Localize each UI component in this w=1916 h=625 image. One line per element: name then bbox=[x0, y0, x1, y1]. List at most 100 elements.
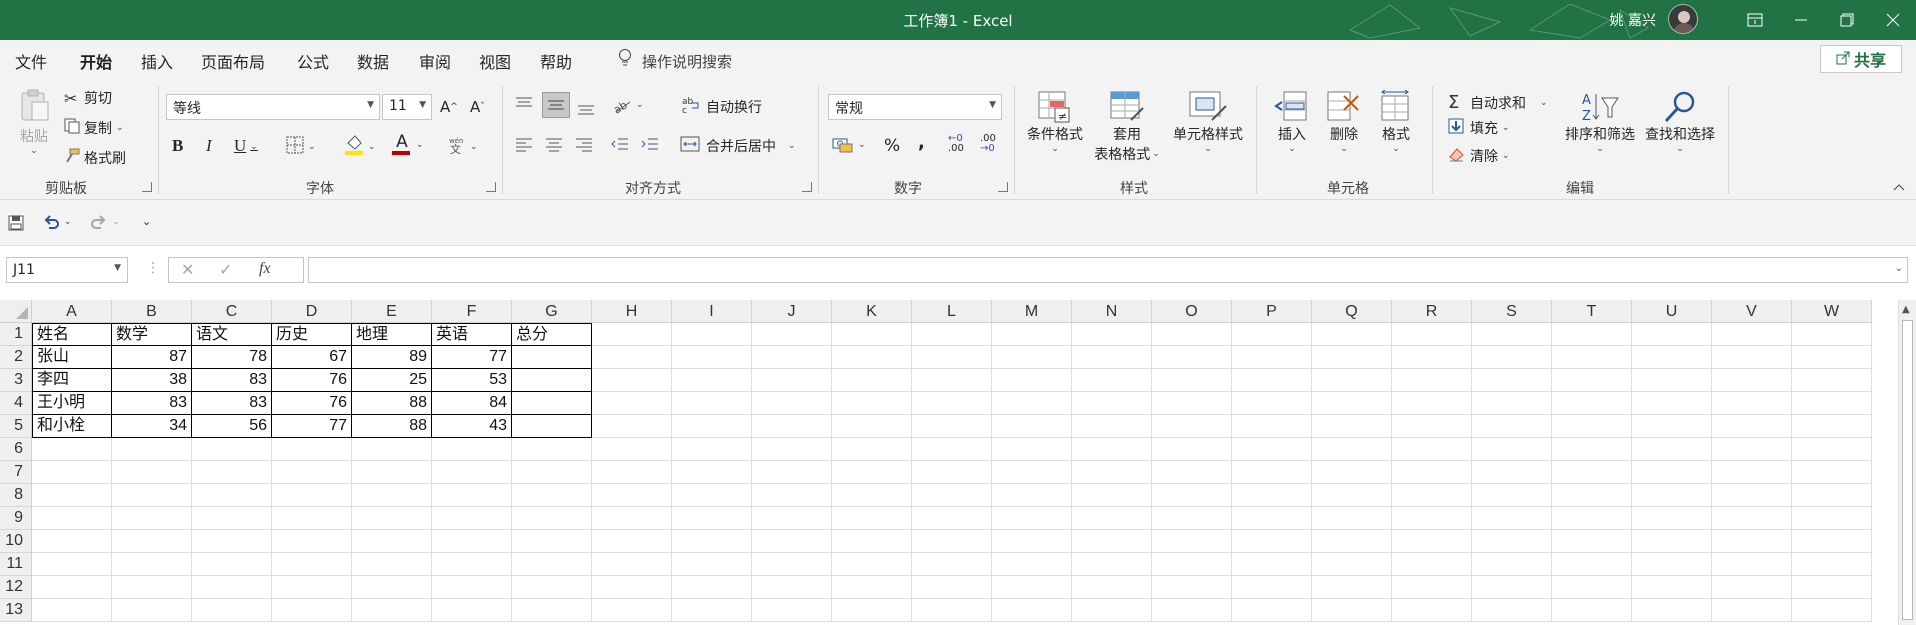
grid-cell[interactable] bbox=[1552, 346, 1632, 369]
tab-home[interactable]: 开始 bbox=[80, 49, 113, 82]
bold-button[interactable]: B bbox=[172, 136, 183, 156]
grid-cell[interactable] bbox=[1472, 392, 1552, 415]
grid-cell[interactable] bbox=[992, 346, 1072, 369]
grid-cell[interactable] bbox=[512, 553, 592, 576]
sort-filter-button[interactable]: AZ 排序和筛选 ⌄ bbox=[1560, 90, 1640, 154]
grid-cell[interactable] bbox=[1072, 530, 1152, 553]
grid-cell[interactable] bbox=[1312, 461, 1392, 484]
grid-cell[interactable] bbox=[1392, 576, 1472, 599]
grid-cell[interactable] bbox=[272, 553, 352, 576]
grid-cell[interactable] bbox=[752, 599, 832, 622]
clear-dropdown-icon[interactable]: ⌄ bbox=[1502, 151, 1510, 161]
grid-cell[interactable] bbox=[432, 530, 512, 553]
grid-cell[interactable] bbox=[352, 530, 432, 553]
row-header[interactable]: 4 bbox=[0, 392, 32, 415]
column-header[interactable]: D bbox=[272, 300, 352, 323]
grid-cell[interactable] bbox=[752, 415, 832, 438]
insert-dropdown-icon[interactable]: ⌄ bbox=[1288, 144, 1296, 154]
grid-cell[interactable] bbox=[1232, 438, 1312, 461]
row-header[interactable]: 8 bbox=[0, 484, 32, 507]
grid-cell[interactable] bbox=[1392, 484, 1472, 507]
autosum-button[interactable]: Σ 自动求和 ⌄ bbox=[1448, 92, 1548, 113]
grid-cell[interactable] bbox=[1072, 346, 1152, 369]
grid-cell[interactable] bbox=[832, 553, 912, 576]
grid-cell[interactable] bbox=[1632, 553, 1712, 576]
grid-cell[interactable] bbox=[1072, 461, 1152, 484]
grid-cell[interactable] bbox=[1712, 438, 1792, 461]
grid-cell[interactable] bbox=[592, 346, 672, 369]
grid-cell[interactable] bbox=[1712, 530, 1792, 553]
find-select-button[interactable]: 查找和选择 ⌄ bbox=[1640, 90, 1720, 154]
grid-cell[interactable] bbox=[1232, 576, 1312, 599]
grid-cell[interactable] bbox=[1072, 553, 1152, 576]
grid-cell[interactable] bbox=[832, 415, 912, 438]
grid-cell[interactable] bbox=[272, 599, 352, 622]
grid-cell[interactable]: 89 bbox=[352, 346, 432, 369]
grid-cell[interactable] bbox=[1712, 507, 1792, 530]
grid-cell[interactable] bbox=[752, 576, 832, 599]
grid-cell[interactable] bbox=[1552, 599, 1632, 622]
grid-cell[interactable]: 英语 bbox=[432, 323, 512, 346]
customize-qat-icon[interactable]: ⌄ bbox=[142, 215, 151, 228]
column-header[interactable]: J bbox=[752, 300, 832, 323]
grid-cell[interactable] bbox=[1632, 599, 1712, 622]
grid-cell[interactable] bbox=[192, 507, 272, 530]
column-header[interactable]: O bbox=[1152, 300, 1232, 323]
insert-function-icon[interactable]: fx bbox=[259, 260, 271, 278]
grid-cell[interactable] bbox=[912, 461, 992, 484]
grid-cell[interactable] bbox=[1792, 530, 1872, 553]
grid-cell[interactable] bbox=[1152, 346, 1232, 369]
grid-cell[interactable]: 王小明 bbox=[32, 392, 112, 415]
grid-cell[interactable] bbox=[1472, 553, 1552, 576]
grid-cell[interactable] bbox=[672, 438, 752, 461]
grid-cell[interactable] bbox=[592, 415, 672, 438]
column-header[interactable]: N bbox=[1072, 300, 1152, 323]
grid-cell[interactable] bbox=[1152, 599, 1232, 622]
format-cells-button[interactable]: 格式 ⌄ bbox=[1376, 90, 1416, 154]
fill-color-dropdown-icon[interactable]: ⌄ bbox=[368, 142, 376, 152]
grid-cell[interactable] bbox=[912, 507, 992, 530]
grid-cell[interactable] bbox=[672, 392, 752, 415]
grid-cell[interactable] bbox=[1472, 438, 1552, 461]
clipboard-launcher-icon[interactable] bbox=[142, 182, 152, 192]
accounting-format-button[interactable]: ⌄ bbox=[832, 136, 866, 154]
grid-cell[interactable] bbox=[1712, 553, 1792, 576]
grid-cell[interactable] bbox=[432, 484, 512, 507]
grid-cell[interactable] bbox=[32, 530, 112, 553]
grid-cell[interactable] bbox=[1792, 346, 1872, 369]
grid-cell[interactable] bbox=[1312, 415, 1392, 438]
grid-cell[interactable] bbox=[592, 323, 672, 346]
grid-cell[interactable] bbox=[992, 484, 1072, 507]
grid-cell[interactable] bbox=[1312, 392, 1392, 415]
grid-cell[interactable] bbox=[1072, 369, 1152, 392]
grid-cell[interactable] bbox=[1152, 438, 1232, 461]
scroll-up-icon[interactable]: ▲ bbox=[1902, 304, 1910, 315]
grid-cell[interactable] bbox=[832, 461, 912, 484]
italic-button[interactable]: I bbox=[206, 136, 212, 156]
grid-cell[interactable] bbox=[432, 461, 512, 484]
number-format-combobox[interactable]: 常规 ▼ bbox=[828, 94, 1002, 120]
grid-cell[interactable] bbox=[1712, 346, 1792, 369]
column-header[interactable]: I bbox=[672, 300, 752, 323]
undo-dropdown-icon[interactable]: ⌄ bbox=[64, 217, 72, 227]
grid-cell[interactable] bbox=[1072, 392, 1152, 415]
grid-cell[interactable] bbox=[1552, 415, 1632, 438]
tab-view[interactable]: 视图 bbox=[479, 49, 511, 73]
grid-cell[interactable] bbox=[832, 530, 912, 553]
grid-cell[interactable] bbox=[1072, 438, 1152, 461]
grid-cell[interactable] bbox=[752, 323, 832, 346]
grid-cell[interactable] bbox=[272, 530, 352, 553]
paste-button[interactable]: 粘贴 ⌄ bbox=[14, 88, 54, 156]
align-top-button[interactable] bbox=[514, 96, 534, 112]
grid-cell[interactable] bbox=[352, 576, 432, 599]
grid-cell[interactable] bbox=[1072, 599, 1152, 622]
grid-cell[interactable] bbox=[352, 507, 432, 530]
grid-cell[interactable] bbox=[912, 553, 992, 576]
column-header[interactable]: L bbox=[912, 300, 992, 323]
increase-decimal-button[interactable]: ←0.00 bbox=[948, 134, 964, 154]
grid-cell[interactable]: 张山 bbox=[32, 346, 112, 369]
grid-cell[interactable] bbox=[992, 461, 1072, 484]
grid-cell[interactable] bbox=[352, 461, 432, 484]
grid-cell[interactable] bbox=[1552, 461, 1632, 484]
minimize-icon[interactable] bbox=[1778, 0, 1824, 40]
